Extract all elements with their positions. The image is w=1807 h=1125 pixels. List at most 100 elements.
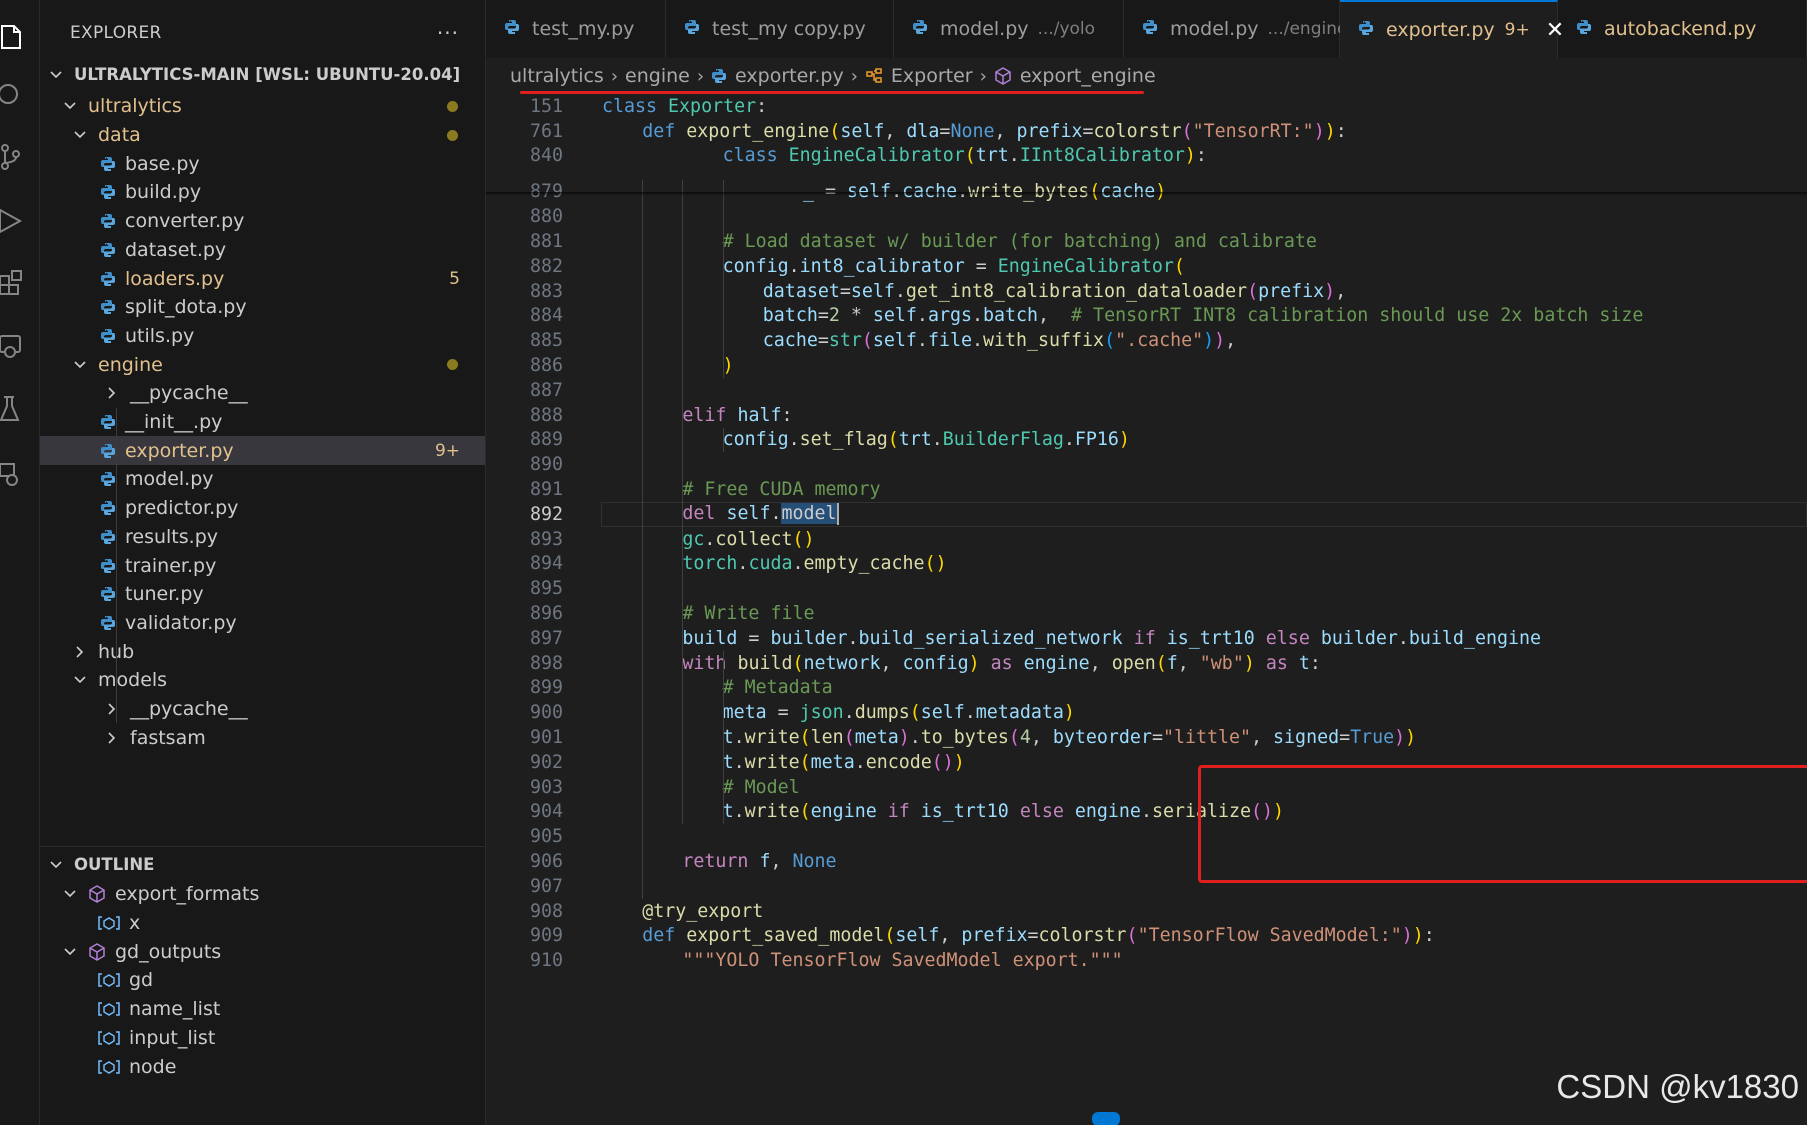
remote-explorer-icon[interactable]: [0, 330, 26, 364]
tree-item[interactable]: tuner.py: [40, 580, 485, 609]
code-line[interactable]: 897 build = builder.build_serialized_netw…: [486, 626, 1807, 651]
tree-item[interactable]: converter.py: [40, 207, 485, 236]
tree-item[interactable]: dataset.py: [40, 236, 485, 265]
code-token: Exporter: [668, 95, 757, 117]
tree-item[interactable]: build.py: [40, 178, 485, 207]
breadcrumb-separator: ›: [696, 65, 705, 87]
source-control-icon[interactable]: [0, 140, 26, 174]
code-line[interactable]: 893 gc.collect(): [486, 527, 1807, 552]
search-icon[interactable]: [0, 78, 26, 112]
code-token: build: [737, 652, 793, 674]
tab-label: exporter.py: [1386, 19, 1495, 41]
code-line[interactable]: 892 del self.model: [486, 502, 1807, 527]
tree-item[interactable]: loaders.py 5: [40, 264, 485, 293]
code-area[interactable]: 151 class Exporter: 761 def export_engine(s…: [486, 94, 1807, 1125]
code-line[interactable]: 761 def export_engine(self, dla=None, pre…: [486, 118, 1807, 144]
extensions-icon[interactable]: [0, 266, 26, 300]
code-line[interactable]: 901 t.write(len(meta).to_bytes(4, byteord…: [486, 725, 1807, 750]
code-line[interactable]: 882 config.int8_calibrator = EngineCalibr…: [486, 254, 1807, 279]
outline-item[interactable]: name_list: [40, 995, 485, 1024]
files-icon[interactable]: [0, 20, 26, 54]
testing-icon[interactable]: [0, 392, 26, 426]
editor-tab[interactable]: model.py .../engine: [1124, 0, 1347, 58]
code-token: (: [1155, 652, 1167, 674]
code-text: with build(network, config) as engine, o…: [682, 653, 1321, 674]
code-text: # Write file: [682, 603, 814, 624]
tree-item[interactable]: split_dota.py: [40, 293, 485, 322]
code-line[interactable]: 151 class Exporter:: [486, 94, 1807, 119]
editor-tab[interactable]: model.py .../yolo: [894, 0, 1124, 58]
code-line[interactable]: 898 with build(network, config) as engine…: [486, 651, 1807, 676]
tree-item[interactable]: __init__.py: [40, 408, 485, 437]
tree-item[interactable]: trainer.py: [40, 551, 485, 580]
line-number: 880: [529, 206, 563, 228]
tree-item[interactable]: ultralytics: [40, 92, 485, 121]
outline-item[interactable]: input_list: [40, 1024, 485, 1053]
tree-item[interactable]: hub: [40, 637, 485, 666]
tree-item[interactable]: engine: [40, 350, 485, 379]
code-text: @try_export: [642, 901, 763, 922]
code-line[interactable]: 887: [486, 378, 1807, 403]
outline-item[interactable]: node: [40, 1052, 485, 1081]
tree-item[interactable]: fastsam: [40, 723, 485, 752]
breadcrumb-item[interactable]: exporter.py: [735, 65, 844, 87]
line-number: 891: [529, 478, 563, 500]
editor-tab[interactable]: autobackend.py: [1558, 0, 1807, 58]
outline-header[interactable]: OUTLINE: [40, 848, 485, 881]
line-number: 903: [529, 776, 563, 798]
code-line[interactable]: 910 """YOLO TensorFlow SavedModel export.…: [486, 948, 1807, 973]
code-line[interactable]: 908 @try_export: [486, 899, 1807, 924]
code-line[interactable]: 880: [486, 204, 1807, 229]
code-line[interactable]: 896 # Write file: [486, 601, 1807, 626]
outline-item[interactable]: export_formats: [40, 880, 485, 909]
code-token: =: [737, 627, 771, 649]
code-text: def export_saved_model(self, prefix=colo…: [642, 925, 1435, 946]
explorer-sidebar: EXPLORER ··· ULTRALYTICS-MAIN [WSL: UBUN…: [40, 0, 486, 1125]
tree-item[interactable]: models: [40, 666, 485, 695]
code-line[interactable]: 900 meta = json.dumps(self.metadata): [486, 700, 1807, 725]
tree-item[interactable]: data: [40, 121, 485, 150]
code-line[interactable]: 899 # Metadata: [486, 676, 1807, 701]
tree-item[interactable]: utils.py: [40, 322, 485, 351]
docker-icon[interactable]: [0, 456, 26, 490]
code-line[interactable]: 894 torch.cuda.empty_cache(): [486, 552, 1807, 577]
code-line[interactable]: 888 elif half:: [486, 403, 1807, 428]
code-line[interactable]: 890: [486, 452, 1807, 477]
tree-item-label: engine: [98, 353, 163, 376]
tree-item[interactable]: model.py: [40, 465, 485, 494]
tree-item[interactable]: exporter.py 9+: [40, 436, 485, 466]
workspace-root[interactable]: ULTRALYTICS-MAIN [WSL: UBUNTU-20.04]: [40, 58, 485, 91]
tree-item[interactable]: __pycache__: [40, 695, 485, 724]
more-actions-icon[interactable]: ···: [437, 21, 459, 45]
editor-tab[interactable]: exporter.py 9+ ✕: [1340, 0, 1564, 58]
code-line[interactable]: 889 config.set_flag(trt.BuilderFlag.FP16): [486, 428, 1807, 453]
tree-item[interactable]: __pycache__: [40, 379, 485, 408]
editor-tab[interactable]: test_my copy.py: [666, 0, 894, 58]
breadcrumb-item[interactable]: export_engine: [1020, 65, 1156, 87]
outline-item[interactable]: gd: [40, 966, 485, 995]
tree-item[interactable]: predictor.py: [40, 494, 485, 523]
tree-item[interactable]: validator.py: [40, 609, 485, 638]
code-line[interactable]: 884 batch=2 * self.args.batch, # TensorRT…: [486, 304, 1807, 329]
outline-item[interactable]: gd_outputs: [40, 937, 485, 966]
code-line[interactable]: 895: [486, 576, 1807, 601]
breadcrumb-item[interactable]: ultralytics: [510, 65, 604, 87]
code-token: prefix: [961, 925, 1028, 947]
code-token: .: [971, 305, 983, 327]
tree-item[interactable]: results.py: [40, 523, 485, 552]
breadcrumb-item[interactable]: engine: [625, 65, 690, 87]
code-line[interactable]: 891 # Free CUDA memory: [486, 477, 1807, 502]
code-line[interactable]: 885 cache=str(self.file.with_suffix(".cac…: [486, 328, 1807, 353]
run-debug-icon[interactable]: [0, 204, 26, 238]
code-line[interactable]: 840 class EngineCalibrator(trt.IInt8Calib…: [486, 143, 1807, 169]
editor-tab[interactable]: test_my.py: [486, 0, 666, 58]
line-number: 904: [529, 801, 563, 823]
code-line[interactable]: 886): [486, 353, 1807, 378]
code-line[interactable]: 909 def export_saved_model(self, prefix=c…: [486, 924, 1807, 949]
outline-item[interactable]: x: [40, 909, 485, 938]
tree-item[interactable]: base.py: [40, 149, 485, 178]
breadcrumb-item[interactable]: Exporter: [891, 65, 973, 87]
code-token: export_engine: [686, 120, 830, 142]
code-line[interactable]: 883 dataset=self.get_int8_calibration_dat…: [486, 279, 1807, 304]
code-line[interactable]: 881 # Load dataset w/ builder (for batchi…: [486, 229, 1807, 254]
